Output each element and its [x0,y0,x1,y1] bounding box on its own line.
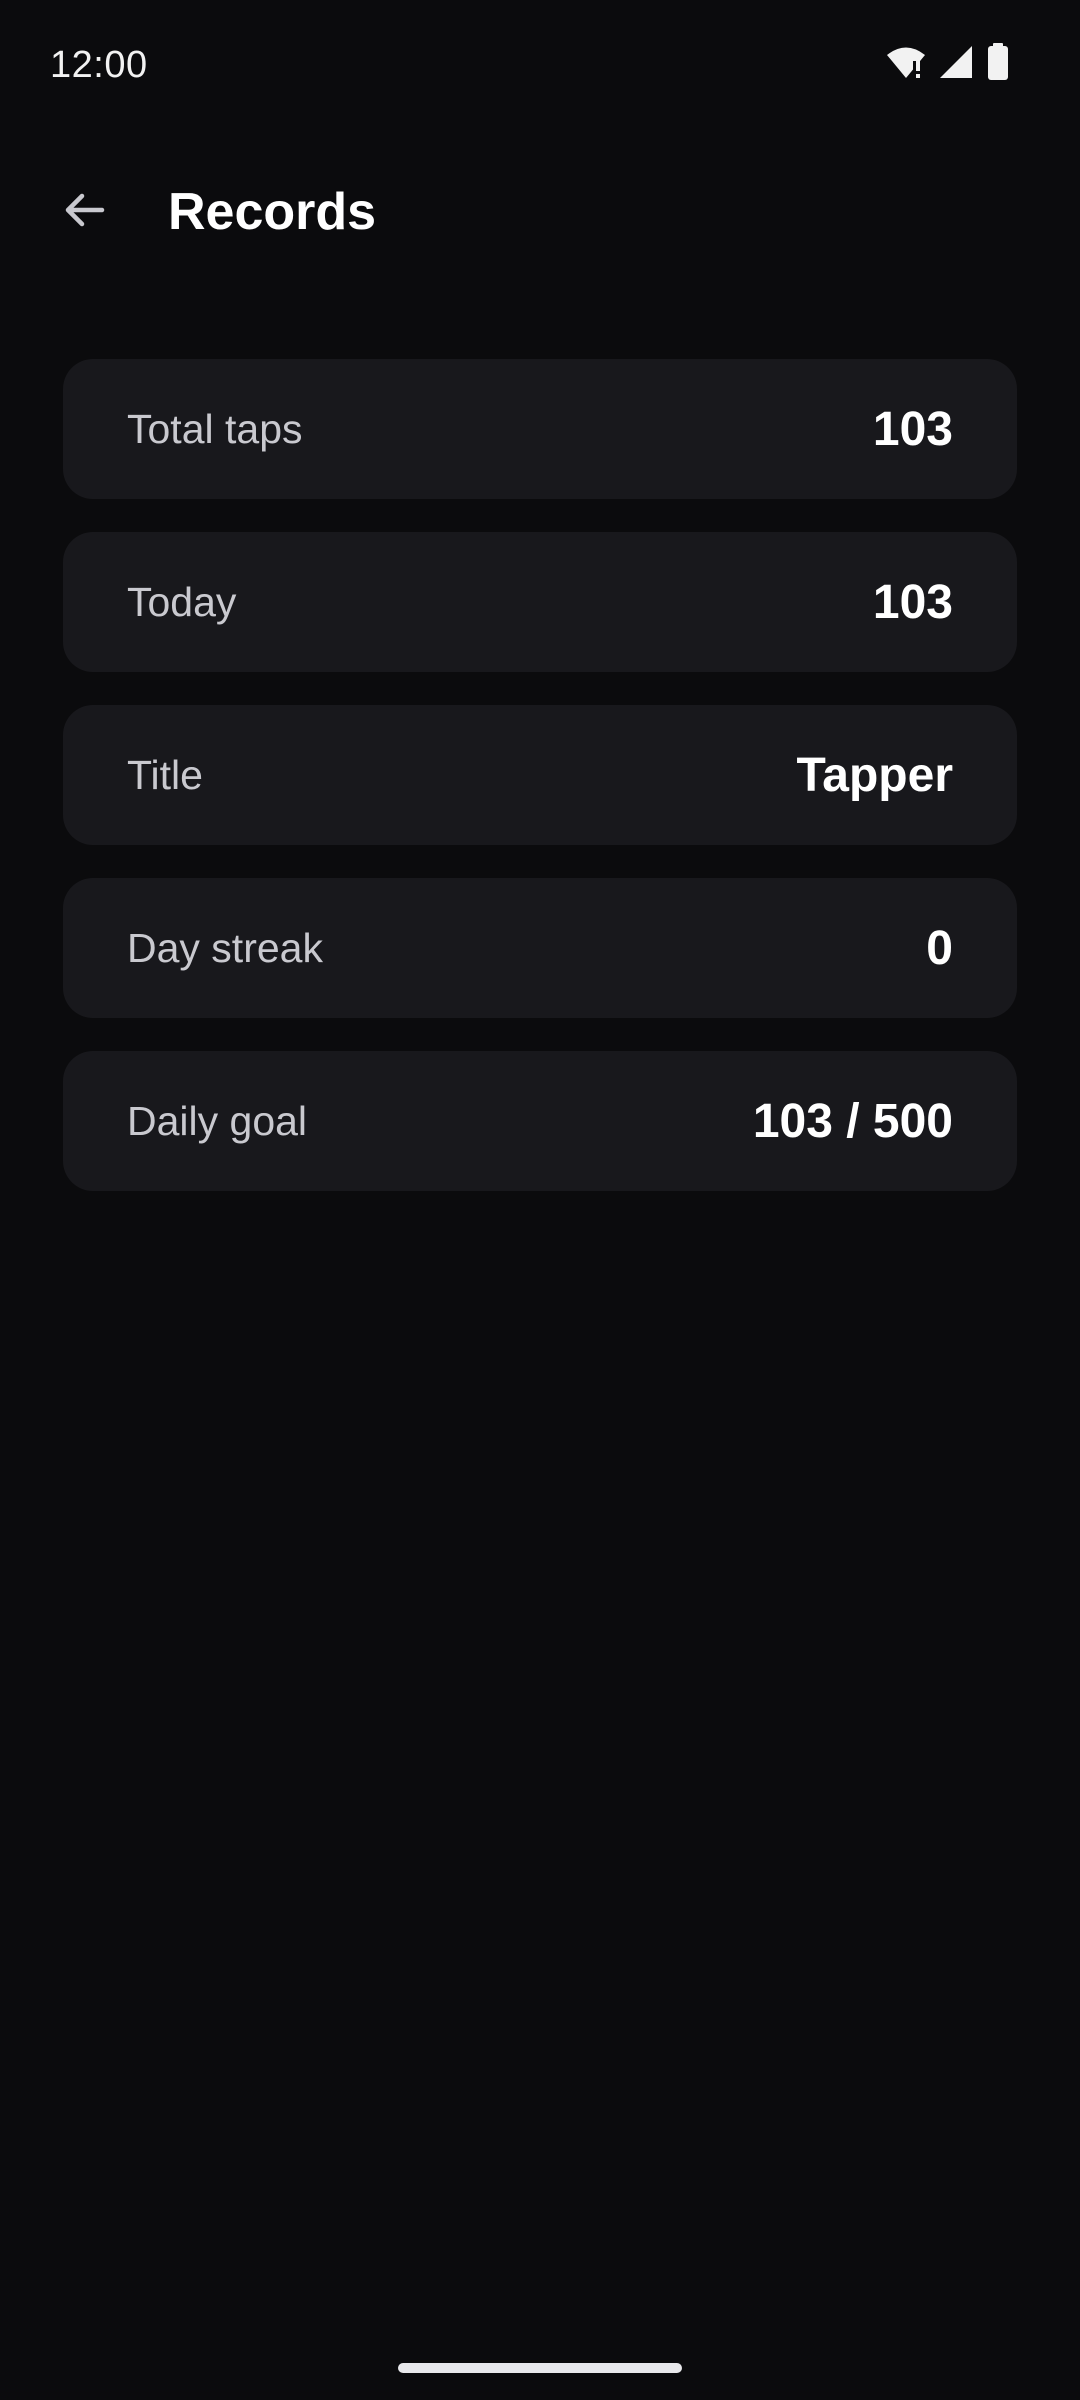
record-card-today: Today 103 [63,532,1017,672]
record-label: Total taps [127,405,303,452]
page-title: Records [168,183,377,241]
record-label: Today [127,578,237,625]
records-list: Total taps 103 Today 103 Title Tapper Da… [63,359,1017,1191]
record-value: 0 [926,921,953,975]
arrow-back-icon [60,186,108,239]
status-time: 12:00 [50,44,148,86]
back-button[interactable] [44,172,124,252]
record-card-daily-goal: Daily goal 103 / 500 [63,1051,1017,1191]
record-card-day-streak: Day streak 0 [63,878,1017,1018]
record-card-total-taps: Total taps 103 [63,359,1017,499]
battery-icon [986,42,1010,86]
record-label: Day streak [127,924,323,971]
record-value: 103 / 500 [752,1094,953,1148]
gesture-navigation-bar[interactable] [398,2363,682,2373]
status-icons [886,42,1010,86]
record-value: 103 [872,402,953,456]
status-bar: 12:00 [0,0,1080,130]
record-label: Daily goal [127,1097,308,1144]
record-value: 103 [872,575,953,629]
cellular-signal-icon [938,44,974,85]
record-value: Tapper [796,748,953,802]
wifi-alert-icon [886,44,926,85]
record-label: Title [127,751,203,798]
records-screen: 12:00 Records Total taps 103 Today 103 T… [0,0,1080,2400]
app-bar: Records [0,150,1080,280]
record-card-title: Title Tapper [63,705,1017,845]
